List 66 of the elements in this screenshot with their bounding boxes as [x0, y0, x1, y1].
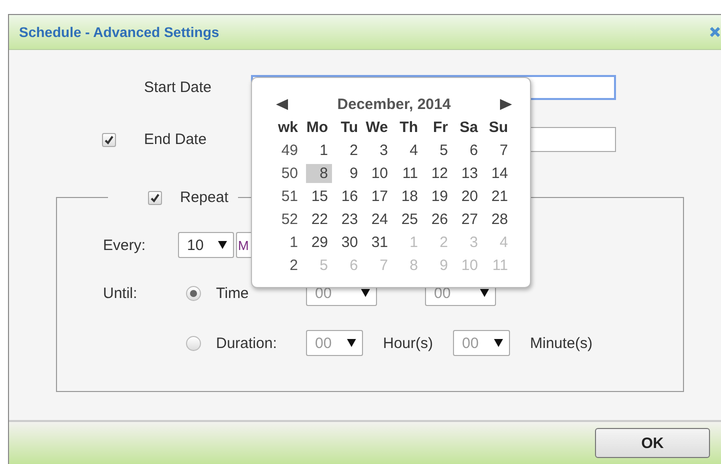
calendar-day[interactable]: 23	[332, 208, 362, 231]
caret-icon	[494, 339, 504, 347]
window-title: Schedule - Advanced Settings	[19, 24, 220, 40]
calendar-day[interactable]: 26	[422, 208, 452, 231]
calendar-day[interactable]: 2	[332, 139, 362, 162]
calendar-day[interactable]: 12	[422, 162, 452, 185]
option-label: Duration:	[216, 334, 278, 352]
calendar-day[interactable]: 8	[306, 164, 332, 183]
calendar-day[interactable]: 31	[362, 231, 392, 254]
weekday-header: Sa	[458, 118, 479, 138]
calendar-day[interactable]: 10	[362, 162, 392, 185]
calendar-day[interactable]: 17	[362, 185, 392, 208]
weekday-header: Fr	[432, 118, 449, 138]
option-label: Time	[216, 284, 250, 302]
calendar-day[interactable]: 27	[452, 208, 482, 231]
calendar-day[interactable]: 18	[392, 185, 422, 208]
calendar-day[interactable]: 4	[392, 139, 422, 162]
caret-icon	[347, 339, 356, 347]
week-number: 2	[288, 256, 299, 276]
repeat-label: Repeat	[180, 189, 228, 206]
caret-icon	[218, 241, 227, 249]
calendar-day[interactable]: 13	[452, 162, 482, 185]
calendar-day[interactable]: 14	[482, 162, 512, 185]
field-label: Start Date	[144, 79, 213, 96]
calendar-day[interactable]: 28	[482, 208, 512, 231]
ok-button[interactable]: OK	[595, 428, 710, 458]
radio-button[interactable]	[186, 286, 201, 300]
weekday-header: Th	[398, 118, 419, 138]
calendar-day[interactable]: 20	[452, 185, 482, 208]
weekday-header: We	[364, 118, 389, 138]
week-number: 51	[280, 187, 299, 207]
calendar-day[interactable]: 19	[422, 185, 452, 208]
checkbox[interactable]	[148, 190, 162, 204]
week-number: 52	[280, 210, 299, 230]
checkbox[interactable]	[102, 132, 116, 146]
calendar-day[interactable]: 15	[302, 185, 332, 208]
calendar-day[interactable]: 1	[302, 139, 332, 162]
calendar-day[interactable]: 16	[332, 185, 362, 208]
month-title: December, 2014	[337, 96, 451, 113]
calendar-day[interactable]: 22	[302, 208, 332, 231]
calendar-day[interactable]: 29	[302, 231, 332, 254]
field-label: Every:	[103, 236, 147, 254]
field-label: End Date	[144, 131, 208, 148]
calendar-day[interactable]: 21	[482, 185, 512, 208]
calendar-day[interactable]: 30	[332, 231, 362, 254]
radio-button[interactable]	[186, 336, 201, 350]
unit-label: Minute(s)	[530, 334, 593, 352]
calendar-day[interactable]: 5	[422, 139, 452, 162]
calendar-day[interactable]: 11	[392, 162, 422, 185]
calendar-day[interactable]: 25	[392, 208, 422, 231]
week-number: 50	[280, 164, 299, 184]
weekday-header: Su	[488, 118, 509, 138]
field-label: Until:	[103, 284, 138, 302]
close-icon[interactable]	[709, 26, 721, 38]
calendar-day[interactable]: 7	[482, 139, 512, 162]
weekday-header: Tu	[340, 118, 359, 138]
calendar-day[interactable]: 24	[362, 208, 392, 231]
weekday-header: wk	[276, 118, 299, 138]
week-number: 1	[288, 233, 299, 253]
calendar-day[interactable]: 3	[362, 139, 392, 162]
weekday-header: Mo	[305, 118, 329, 138]
unit-label: Hour(s)	[383, 334, 434, 352]
calendar-day[interactable]: 9	[332, 162, 362, 185]
calendar-day[interactable]: 6	[452, 139, 482, 162]
select-field[interactable]: 10	[178, 232, 234, 258]
week-number: 49	[280, 141, 299, 161]
